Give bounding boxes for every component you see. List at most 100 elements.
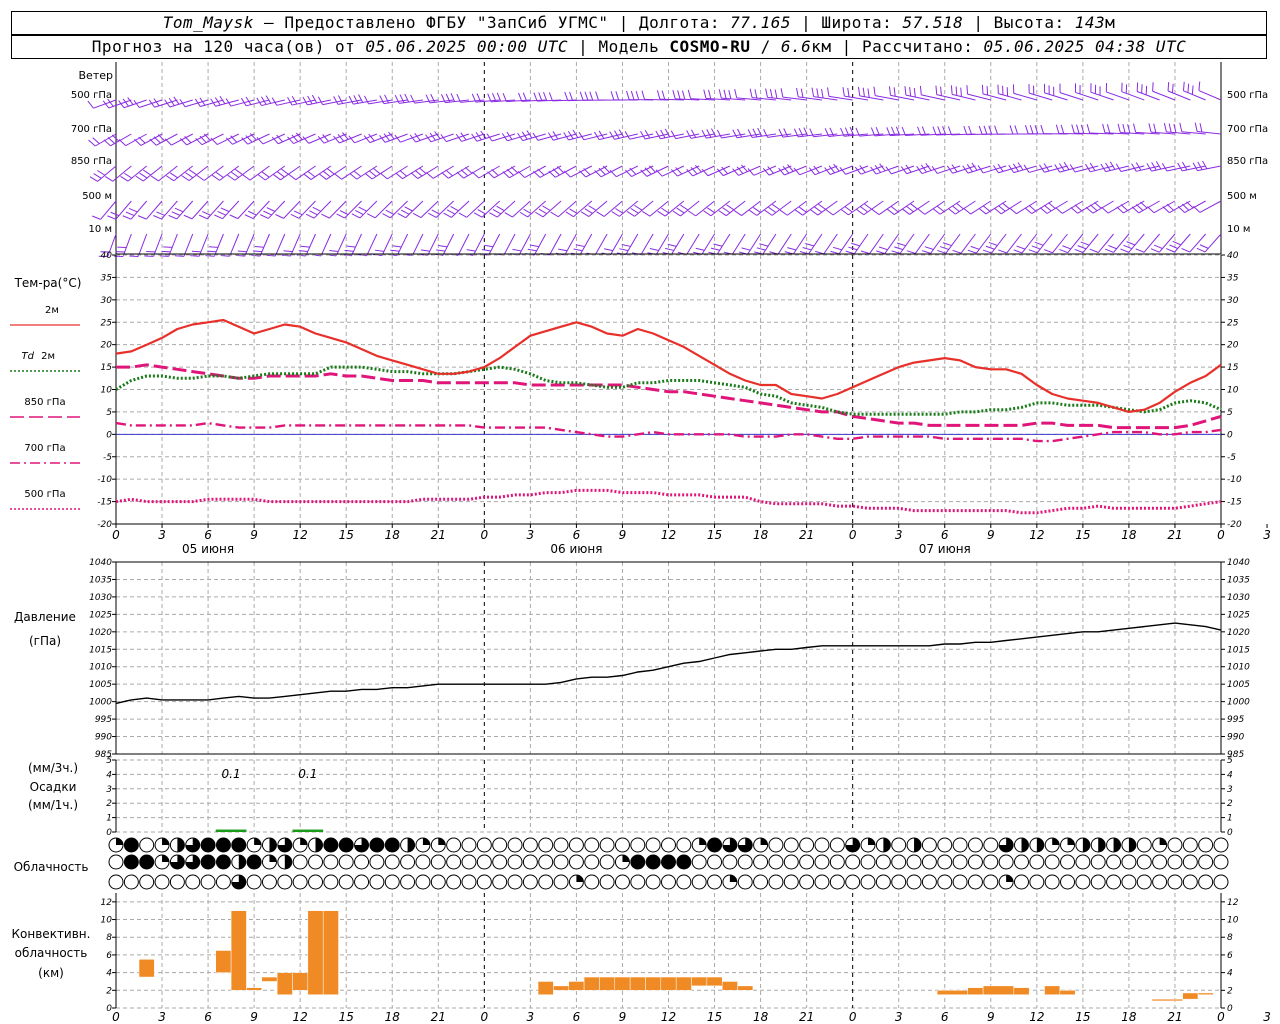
cloud-symbol bbox=[446, 854, 462, 870]
cloud-symbol bbox=[538, 854, 554, 870]
wind-barb-feather bbox=[1060, 124, 1065, 134]
cloud-circle bbox=[768, 837, 784, 853]
wind-barb-feather bbox=[1181, 248, 1191, 253]
cloud-symbol bbox=[1013, 837, 1029, 853]
cloud-circle bbox=[799, 854, 815, 870]
wind-barb-feather bbox=[163, 246, 173, 248]
wind-barb-feather bbox=[594, 170, 602, 178]
wind-barb bbox=[764, 200, 792, 216]
wind-level-label-left: 700 гПа bbox=[71, 124, 112, 135]
wind-barb bbox=[747, 127, 777, 139]
cloud-symbol bbox=[231, 837, 247, 853]
wind-barb-shaft bbox=[512, 200, 531, 218]
cloud-circle bbox=[323, 874, 339, 890]
cloud-symbol bbox=[814, 837, 830, 853]
wind-barb-shaft bbox=[290, 233, 301, 257]
y-tick-label-right: 40 bbox=[1227, 251, 1239, 261]
y-tick-label-left: 5 bbox=[106, 756, 112, 766]
wind-barb-shaft bbox=[756, 200, 777, 216]
wind-barb-feather bbox=[737, 128, 743, 138]
wind-barb-feather bbox=[1166, 203, 1174, 211]
cloud-circle bbox=[400, 874, 416, 890]
x-tick-label-bottom: 12 bbox=[293, 1010, 308, 1024]
wind-barb-feather bbox=[425, 172, 434, 179]
cloud-symbol bbox=[568, 837, 584, 853]
cloud-symbol bbox=[645, 854, 661, 870]
wind-barb-shaft bbox=[832, 200, 853, 216]
cloud-symbol bbox=[169, 854, 185, 870]
wind-barb-feather bbox=[471, 171, 480, 179]
cloud-symbol bbox=[277, 837, 293, 853]
precip-value-label: 0.1 bbox=[298, 767, 317, 781]
cloud-fill-half bbox=[1098, 838, 1106, 853]
wind-barb bbox=[303, 165, 332, 180]
wind-barb bbox=[149, 133, 178, 146]
cloud-circle bbox=[676, 874, 692, 890]
cloud-symbol bbox=[691, 874, 707, 890]
cloud-circle bbox=[1182, 874, 1198, 890]
wind-barb bbox=[327, 233, 347, 257]
wind-barb-feather bbox=[1147, 206, 1155, 214]
wind-barb bbox=[811, 87, 838, 101]
x-tick-label: 6 bbox=[204, 528, 212, 542]
wind-barb bbox=[382, 200, 408, 219]
wind-barb-feather bbox=[656, 90, 661, 100]
wind-barb-feather bbox=[734, 88, 738, 98]
wind-barb-feather bbox=[229, 214, 239, 220]
y-tick-label-left: 4 bbox=[106, 969, 112, 979]
cloud-circle bbox=[1213, 837, 1229, 853]
convective-bar bbox=[246, 987, 263, 991]
wind-barb bbox=[296, 233, 316, 257]
wind-barb bbox=[321, 200, 347, 219]
cloud-fill-overcast bbox=[323, 838, 338, 852]
cloud-circle bbox=[461, 837, 477, 853]
wind-barb-shaft bbox=[274, 233, 286, 257]
cloud-symbol bbox=[599, 874, 615, 890]
wind-barb-feather bbox=[676, 207, 685, 214]
wind-barb-feather bbox=[1080, 241, 1090, 246]
y-tick-label-right: 15 bbox=[1227, 363, 1239, 373]
cloud-symbol bbox=[829, 874, 845, 890]
wind-barb-feather bbox=[967, 249, 977, 254]
wind-barb-feather bbox=[368, 170, 377, 177]
wind-barb-feather bbox=[263, 210, 272, 216]
x-tick-label: 15 bbox=[707, 528, 722, 542]
wind-barb-feather bbox=[749, 88, 753, 98]
x-tick-label-bottom: 15 bbox=[1075, 1010, 1090, 1024]
wind-barb bbox=[1196, 233, 1222, 253]
wind-barb-shaft bbox=[326, 165, 347, 180]
cloud-fill-overcast bbox=[630, 855, 645, 869]
cloud-symbol bbox=[1198, 837, 1214, 853]
x-tick-label-bottom: 3 bbox=[527, 1010, 535, 1024]
wind-level-label-right: 10 м bbox=[1227, 224, 1250, 235]
wind-barb-shaft bbox=[435, 200, 454, 218]
wind-barb bbox=[257, 165, 286, 181]
wind-barb-shaft bbox=[219, 165, 240, 181]
wind-barb-shaft bbox=[161, 200, 178, 220]
wind-barb-feather bbox=[563, 170, 571, 178]
cloud-circle bbox=[1121, 854, 1137, 870]
wind-barb-feather bbox=[774, 89, 778, 99]
cloud-circle bbox=[707, 854, 723, 870]
wind-barb-feather bbox=[769, 88, 773, 98]
cloud-symbol bbox=[215, 874, 231, 890]
wind-barb-feather bbox=[1043, 204, 1052, 212]
cloud-symbol bbox=[814, 854, 830, 870]
wind-barb-feather bbox=[1202, 160, 1208, 170]
wind-barb-feather bbox=[526, 130, 533, 139]
wind-barb-feather bbox=[305, 213, 315, 219]
wind-barb-feather bbox=[986, 86, 989, 96]
wind-barb bbox=[1055, 200, 1084, 214]
wind-barb-feather bbox=[300, 245, 310, 248]
y-tick-label-right: 5 bbox=[1227, 408, 1233, 418]
cloud-symbol bbox=[354, 854, 370, 870]
cloud-circle bbox=[507, 837, 523, 853]
wind-barb-shaft bbox=[329, 200, 347, 219]
wind-barb bbox=[144, 233, 163, 257]
y-tick-label-left: 25 bbox=[101, 318, 113, 328]
cloud-circle bbox=[952, 837, 968, 853]
wind-barb-feather bbox=[718, 210, 727, 217]
wind-barb bbox=[718, 200, 746, 217]
cloud-circle bbox=[1029, 854, 1045, 870]
wind-barb-shaft bbox=[237, 200, 255, 219]
